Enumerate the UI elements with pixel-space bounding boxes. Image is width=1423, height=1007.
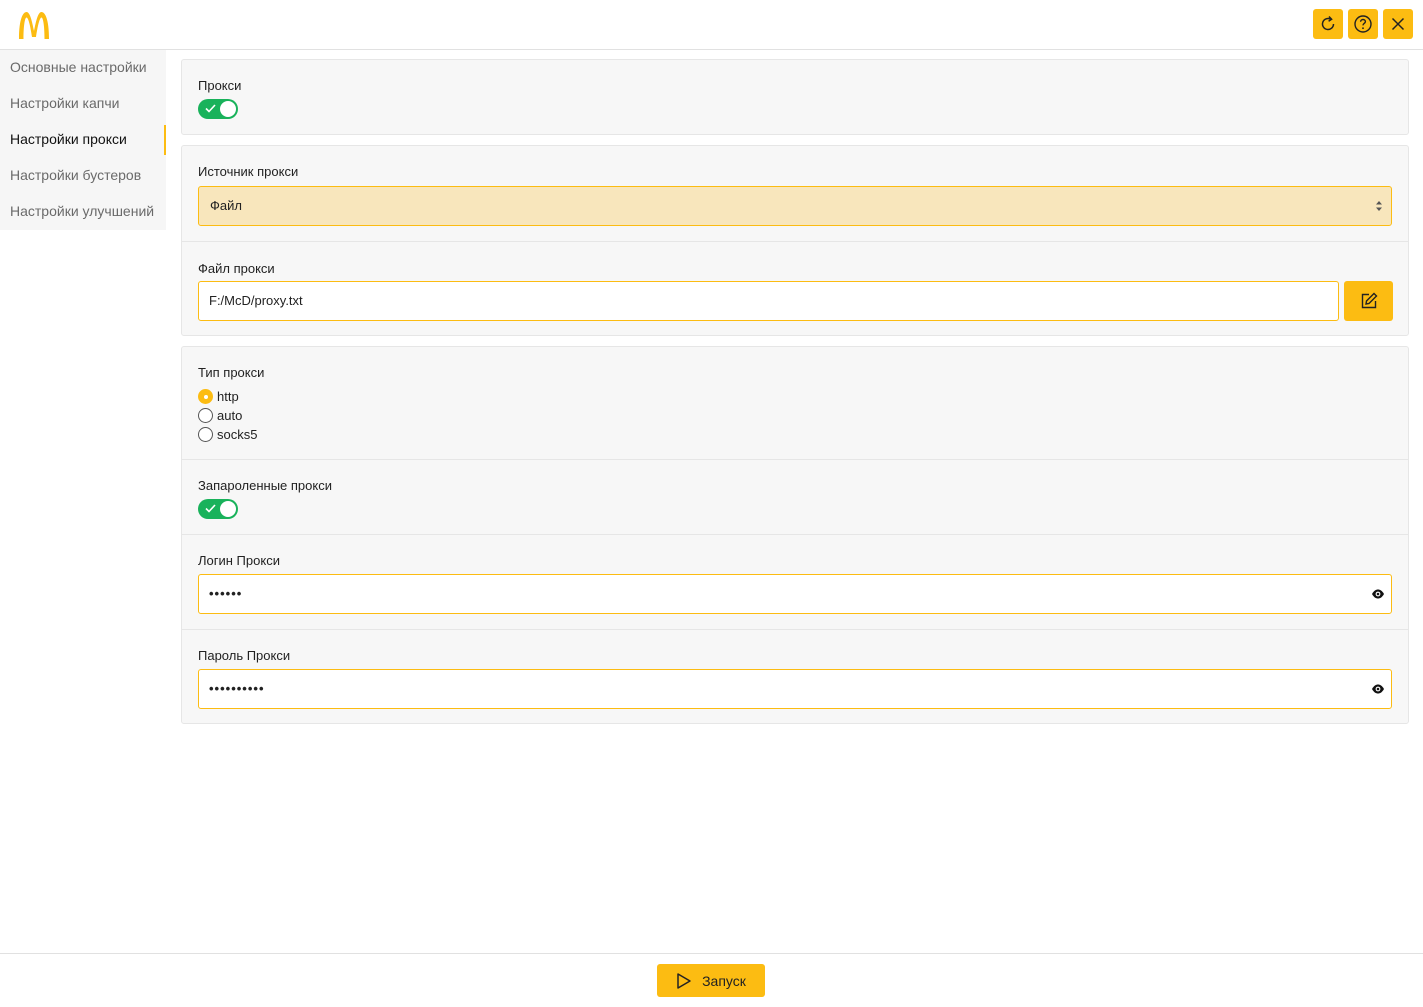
radio-option-socks5[interactable]: socks5 (198, 425, 257, 444)
proxy-auth-toggle[interactable] (198, 499, 238, 519)
proxy-auth-section: Запароленные прокси (182, 459, 1408, 534)
check-icon (205, 504, 216, 513)
proxy-source-label: Источник прокси (198, 164, 299, 179)
proxy-source-panel: Источник прокси Файл Файл прокси F:/McD/… (181, 145, 1409, 336)
mcdonalds-logo-icon (19, 12, 49, 39)
play-icon (677, 972, 691, 989)
proxy-type-section: Тип прокси http auto socks5 (182, 347, 1408, 459)
app-footer: Запуск (0, 953, 1423, 1007)
proxy-type-label: Тип прокси (198, 365, 265, 380)
proxy-label: Прокси (198, 78, 242, 93)
proxy-auth-label: Запароленные прокси (198, 478, 332, 493)
proxy-file-section: Файл прокси F:/McD/proxy.txt (182, 241, 1408, 335)
sidebar-item-upgrade-settings[interactable]: Настройки улучшений (0, 194, 166, 230)
eye-icon[interactable] (1371, 588, 1385, 600)
proxy-password-value: •••••••••• (209, 681, 265, 696)
proxy-password-section: Пароль Прокси •••••••••• (182, 629, 1408, 723)
proxy-source-section: Источник прокси Файл (182, 146, 1408, 241)
proxy-login-value: •••••• (209, 586, 243, 601)
help-button[interactable] (1348, 9, 1378, 39)
edit-file-button[interactable] (1344, 281, 1393, 321)
run-button-label: Запуск (702, 972, 746, 989)
refresh-icon (1321, 15, 1335, 31)
proxy-toggle-panel: Прокси (181, 59, 1409, 135)
proxy-password-label: Пароль Прокси (198, 648, 291, 663)
proxy-source-select[interactable]: Файл (198, 186, 1392, 226)
run-button[interactable]: Запуск (657, 964, 765, 997)
close-button[interactable] (1383, 9, 1413, 39)
proxy-file-label: Файл прокси (198, 261, 275, 276)
settings-sidebar: Основные настройки Настройки капчи Настр… (0, 50, 166, 230)
check-icon (205, 104, 216, 113)
help-icon (1354, 15, 1372, 33)
close-icon (1391, 17, 1405, 31)
sidebar-item-booster-settings[interactable]: Настройки бустеров (0, 158, 166, 194)
sidebar-item-proxy-settings[interactable]: Настройки прокси (0, 122, 166, 158)
proxy-toggle-section: Прокси (182, 60, 1408, 134)
radio-button[interactable] (198, 389, 213, 404)
radio-option-auto[interactable]: auto (198, 406, 242, 425)
radio-button[interactable] (198, 408, 213, 423)
toggle-knob (220, 101, 236, 117)
proxy-source-value: Файл (210, 198, 242, 213)
eye-icon[interactable] (1371, 683, 1385, 695)
proxy-login-label: Логин Прокси (198, 553, 280, 568)
edit-icon (1361, 292, 1377, 309)
proxy-file-input[interactable]: F:/McD/proxy.txt (198, 281, 1339, 321)
proxy-login-section: Логин Прокси •••••• (182, 534, 1408, 629)
radio-button[interactable] (198, 427, 213, 442)
radio-option-http[interactable]: http (198, 387, 239, 406)
toggle-knob (220, 501, 236, 517)
sidebar-item-captcha-settings[interactable]: Настройки капчи (0, 86, 166, 122)
proxy-toggle[interactable] (198, 99, 238, 119)
proxy-password-input[interactable]: •••••••••• (198, 669, 1392, 709)
radio-label: http (217, 389, 239, 404)
proxy-login-input[interactable]: •••••• (198, 574, 1392, 614)
refresh-button[interactable] (1313, 9, 1343, 39)
proxy-type-panel: Тип прокси http auto socks5 Запароленные… (181, 346, 1409, 724)
radio-label: socks5 (217, 427, 258, 442)
radio-label: auto (217, 408, 243, 423)
select-arrows-icon (1376, 201, 1382, 211)
app-header (0, 0, 1423, 50)
sidebar-item-main-settings[interactable]: Основные настройки (0, 50, 166, 86)
